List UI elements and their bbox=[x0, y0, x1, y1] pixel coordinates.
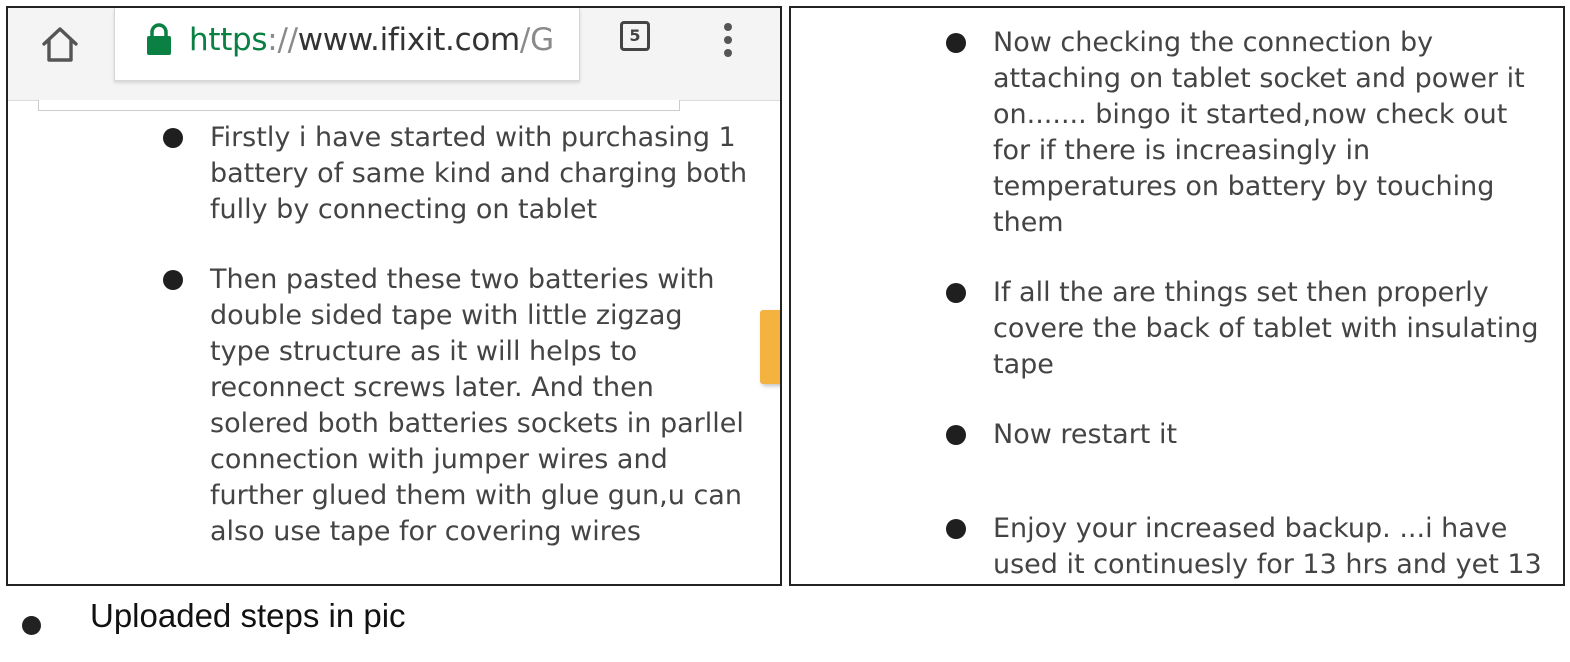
caption-text: Uploaded steps in pic bbox=[90, 597, 406, 634]
overflow-menu-icon[interactable] bbox=[714, 18, 742, 62]
step-text: Enjoy your increased backup. ...i have u… bbox=[993, 513, 1542, 580]
bullet-icon bbox=[163, 270, 183, 290]
page-content-edge bbox=[38, 100, 680, 111]
address-bar[interactable]: https://www.ifixit.com/G bbox=[114, 8, 580, 81]
bullet-icon bbox=[946, 33, 966, 53]
list-item: Firstly i have started with purchasing 1… bbox=[163, 120, 750, 228]
left-step-list: Firstly i have started with purchasing 1… bbox=[163, 120, 750, 550]
tabs-icon[interactable]: 5 bbox=[620, 21, 650, 51]
left-screenshot-panel: https://www.ifixit.com/G 5 Firstly i hav… bbox=[6, 6, 782, 586]
step-text: Then pasted these two batteries with dou… bbox=[210, 264, 744, 547]
lock-icon bbox=[147, 23, 171, 55]
step-text: Now restart it bbox=[993, 419, 1178, 450]
url-text: https://www.ifixit.com/G bbox=[189, 20, 554, 60]
list-item: Then pasted these two batteries with dou… bbox=[163, 262, 750, 550]
step-text: Firstly i have started with purchasing 1… bbox=[210, 122, 748, 225]
url-separator: :// bbox=[267, 22, 298, 58]
url-path: /G bbox=[519, 22, 554, 58]
step-text: Now checking the connection by attaching… bbox=[993, 27, 1525, 238]
list-item: If all the are things set then properly … bbox=[946, 275, 1553, 383]
list-item: Now restart it bbox=[946, 417, 1553, 453]
bullet-icon bbox=[946, 519, 966, 539]
bullet-icon bbox=[163, 128, 183, 148]
step-text: If all the are things set then properly … bbox=[993, 277, 1539, 380]
right-step-list: Now checking the connection by attaching… bbox=[946, 25, 1553, 584]
side-feedback-tab[interactable] bbox=[760, 310, 780, 384]
url-scheme: https bbox=[189, 22, 268, 58]
browser-toolbar: https://www.ifixit.com/G 5 bbox=[8, 8, 780, 101]
home-icon[interactable] bbox=[38, 22, 82, 66]
url-host: www.ifixit.com bbox=[297, 22, 520, 58]
list-item: Enjoy your increased backup. ...i have u… bbox=[946, 511, 1553, 584]
list-item: Now checking the connection by attaching… bbox=[946, 25, 1553, 241]
bullet-icon bbox=[946, 425, 966, 445]
right-screenshot-panel: Now checking the connection by attaching… bbox=[789, 6, 1565, 586]
bullet-icon bbox=[946, 283, 966, 303]
bullet-icon bbox=[22, 616, 41, 635]
